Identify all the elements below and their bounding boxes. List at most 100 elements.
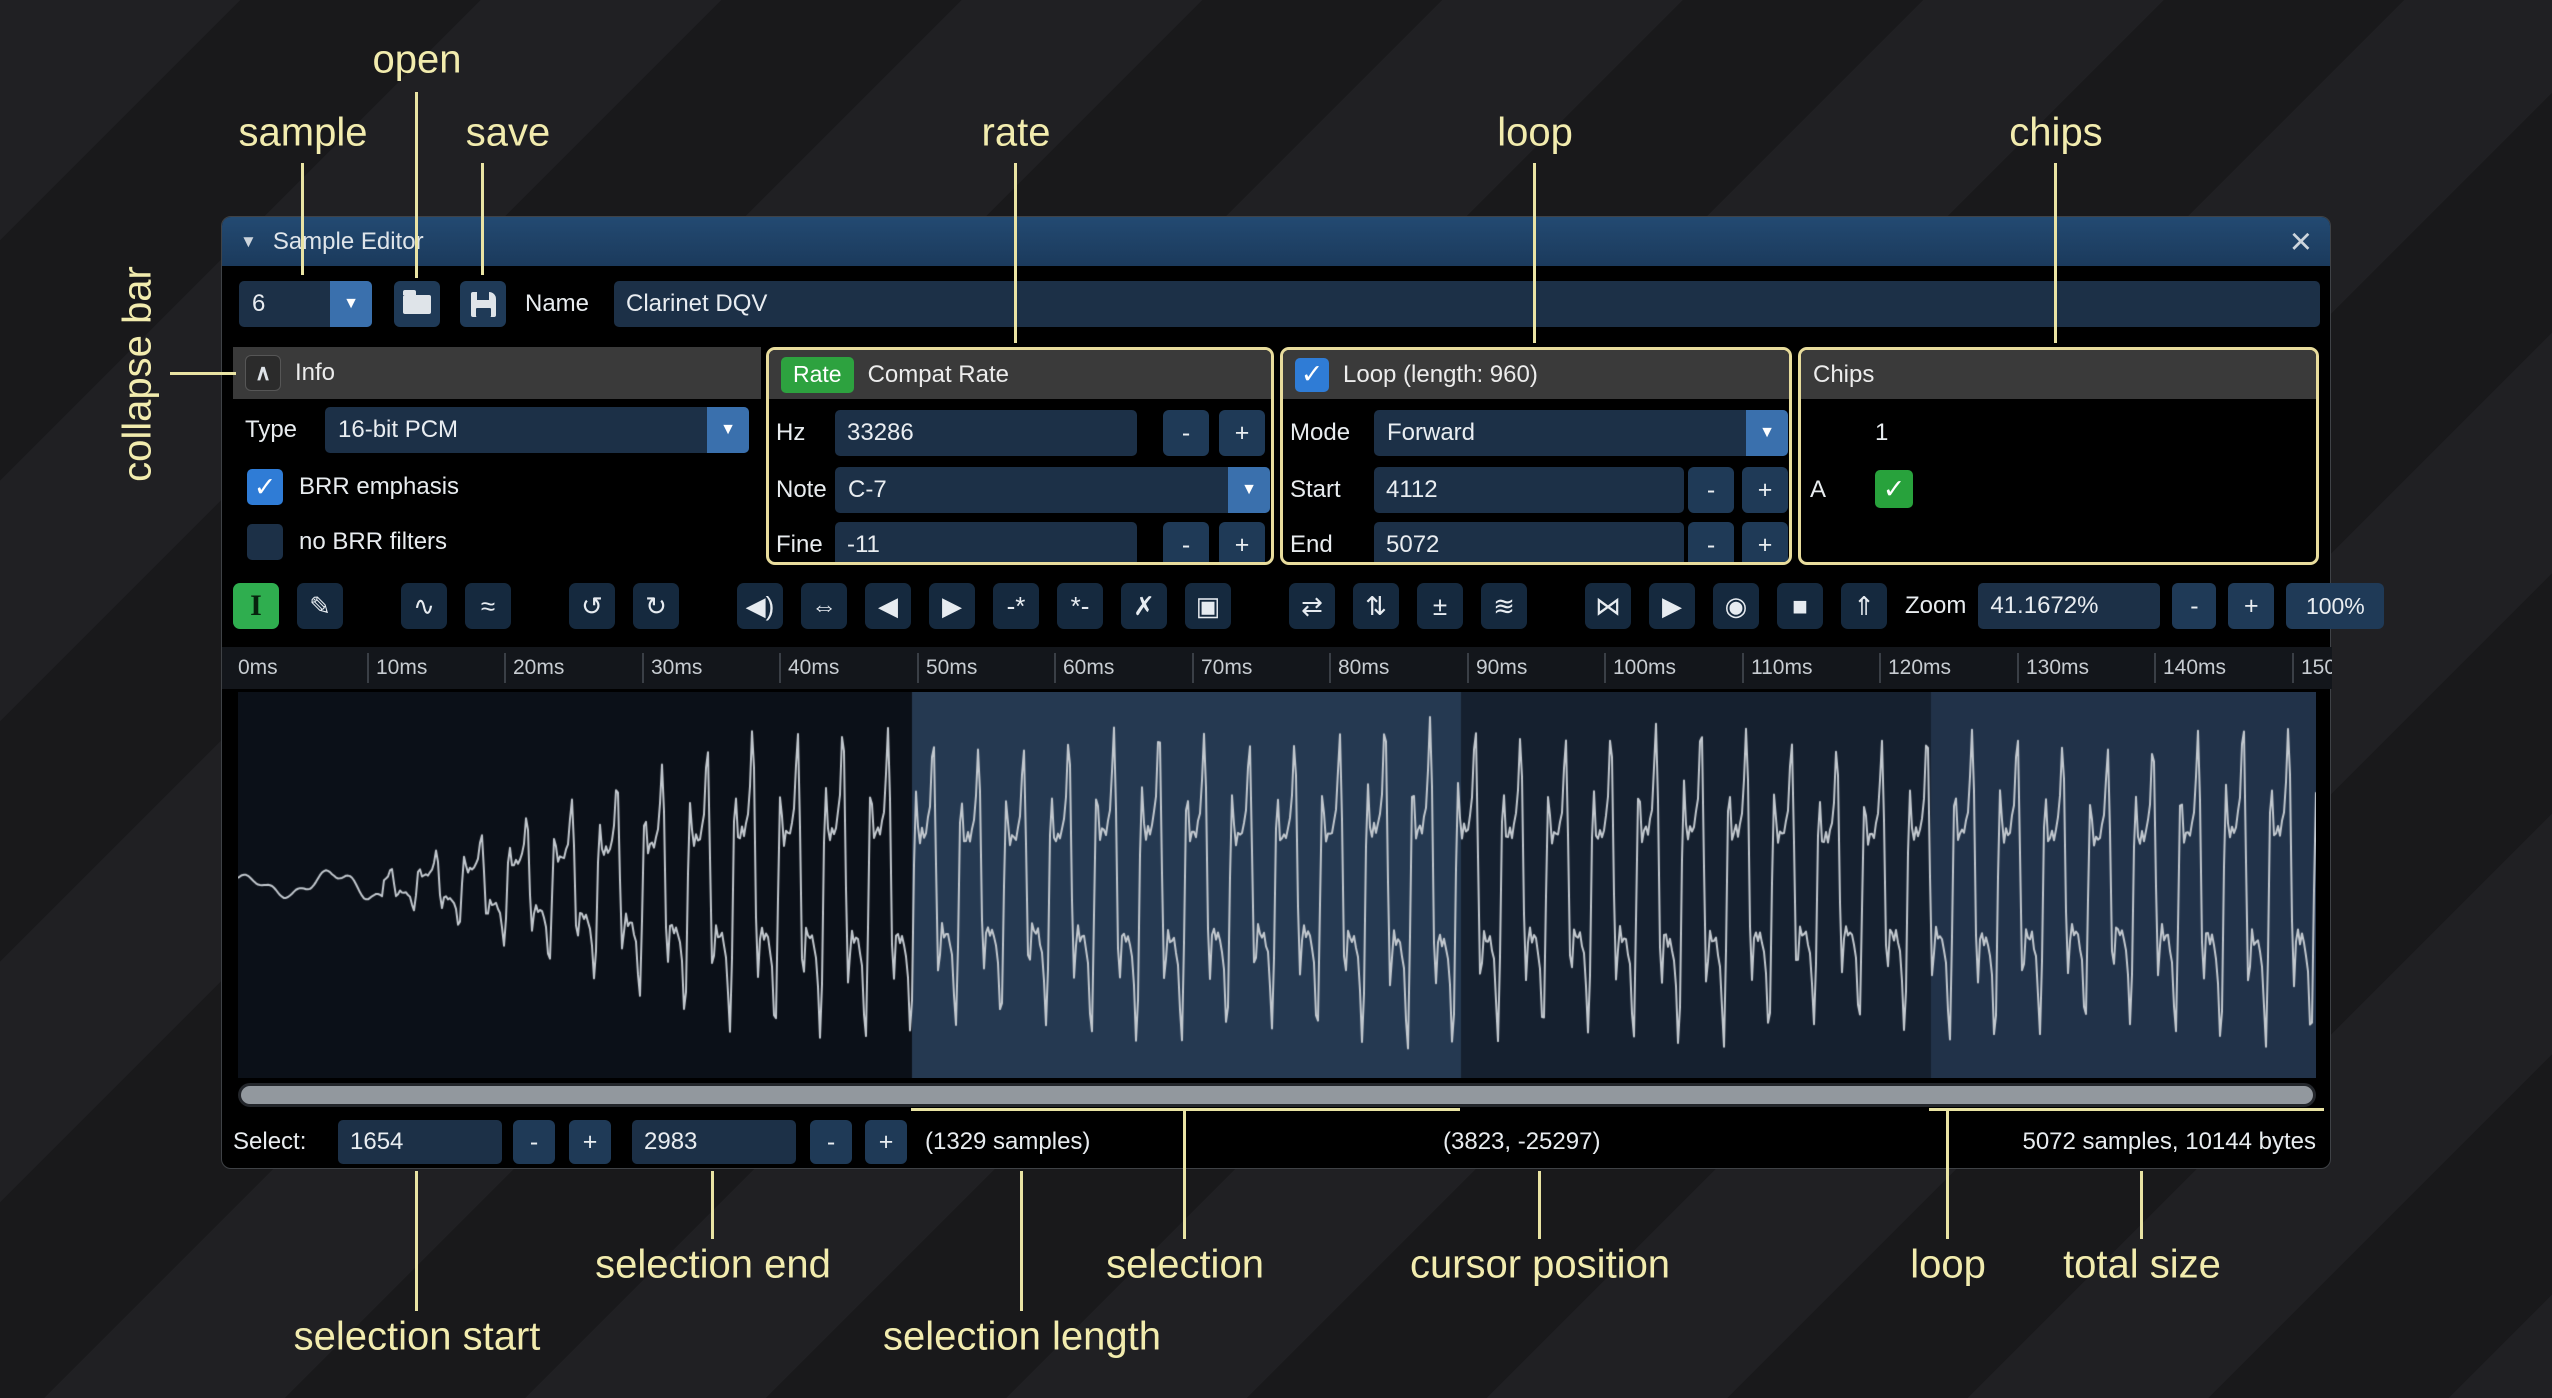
open-button[interactable] <box>394 281 440 327</box>
loop-start-label: Start <box>1290 476 1374 504</box>
fade-in-button[interactable]: ◀ <box>865 583 911 629</box>
chevron-down-icon[interactable]: ▼ <box>707 407 749 453</box>
name-input[interactable]: Clarinet DQV <box>614 281 2320 327</box>
loop-enable-checkbox[interactable]: ✓ <box>1295 358 1329 392</box>
hz-increment-button[interactable]: + <box>1219 410 1265 456</box>
brr-emphasis-checkbox[interactable]: ✓ <box>247 469 283 505</box>
total-size-text: 5072 samples, 10144 bytes <box>2022 1119 2316 1165</box>
note-dropdown[interactable]: C-7 ▼ <box>835 467 1270 513</box>
apply-filter-button[interactable]: ≋ <box>1481 583 1527 629</box>
selection-start-decrement-button[interactable]: - <box>513 1120 555 1164</box>
open-callout-line <box>415 92 418 278</box>
signed-unsigned-button[interactable]: ± <box>1417 583 1463 629</box>
titlebar[interactable]: ▼ Sample Editor × <box>222 217 2330 266</box>
loop-start-increment-button[interactable]: + <box>1742 467 1788 513</box>
selection-end-input[interactable]: 2983 <box>632 1120 796 1164</box>
annotation-sample: sample <box>239 111 368 156</box>
chip-enable-checkbox[interactable]: ✓ <box>1875 470 1913 508</box>
cursor-position-text: (3823, -25297) <box>1443 1119 1600 1165</box>
loop-end-increment-button[interactable]: + <box>1742 522 1788 565</box>
name-label: Name <box>525 281 589 327</box>
loop-header: ✓ Loop (length: 960) <box>1283 350 1789 399</box>
timeline-ruler[interactable]: 0ms 10ms 20ms 30ms 40ms 50ms 60ms 70ms 8… <box>222 647 2332 689</box>
timeline-label: 40ms <box>788 647 839 689</box>
fine-decrement-button[interactable]: - <box>1163 522 1209 565</box>
loop-section: ✓ Loop (length: 960) Mode Forward ▼ Star… <box>1280 347 1792 565</box>
chevron-down-icon[interactable]: ▼ <box>330 281 372 327</box>
waveform-display[interactable] <box>238 692 2316 1078</box>
loop-callout-line <box>1533 163 1536 343</box>
import-button[interactable]: ⇑ <box>1841 583 1887 629</box>
insert-silence-button[interactable]: -* <box>993 583 1039 629</box>
loop-end-input[interactable]: 5072 <box>1374 522 1684 565</box>
rate-badge: Rate <box>781 357 854 393</box>
annotation-collapse-bar: collapse bar <box>116 266 161 482</box>
fine-increment-button[interactable]: + <box>1219 522 1265 565</box>
save-button[interactable] <box>460 281 506 327</box>
edit-select-button[interactable]: I <box>233 583 279 629</box>
info-title: Info <box>295 359 335 387</box>
mode-label: Mode <box>1290 419 1374 447</box>
loop-mode-dropdown[interactable]: Forward ▼ <box>1374 410 1788 456</box>
zoom-in-button[interactable]: + <box>2228 583 2274 629</box>
timeline-label: 10ms <box>376 647 427 689</box>
chevron-down-icon[interactable]: ▼ <box>1228 467 1270 513</box>
selection-start-increment-button[interactable]: + <box>569 1120 611 1164</box>
collapse-bar-button[interactable]: ∧ <box>245 355 281 391</box>
timeline-label: 20ms <box>513 647 564 689</box>
edit-draw-button[interactable]: ✎ <box>297 583 343 629</box>
zoom-input[interactable]: 41.1672% <box>1978 583 2160 629</box>
loop-end-decrement-button[interactable]: - <box>1688 522 1734 565</box>
fine-input[interactable]: -11 <box>835 522 1137 565</box>
redo-button[interactable]: ↻ <box>633 583 679 629</box>
rate-header: Rate Compat Rate <box>769 350 1271 399</box>
preview-button[interactable]: ▶ <box>1649 583 1695 629</box>
hz-input[interactable]: 33286 <box>835 410 1137 456</box>
preview-cursor-button[interactable]: ◉ <box>1713 583 1759 629</box>
zoom-out-button[interactable]: - <box>2172 583 2216 629</box>
selection-end-decrement-button[interactable]: - <box>810 1120 852 1164</box>
loop-start-input[interactable]: 4112 <box>1374 467 1684 513</box>
rate-callout-line <box>1014 163 1017 343</box>
invert-button[interactable]: ⇅ <box>1353 583 1399 629</box>
sample-callout-line <box>301 163 304 275</box>
window-collapse-icon[interactable]: ▼ <box>240 232 257 252</box>
timeline-label: 80ms <box>1338 647 1389 689</box>
fade-out-button[interactable]: ▶ <box>929 583 975 629</box>
no-brr-filters-checkbox[interactable] <box>247 524 283 560</box>
crossfade-loop-button[interactable]: ⋈ <box>1585 583 1631 629</box>
trim-button[interactable]: ▣ <box>1185 583 1231 629</box>
chevron-down-icon[interactable]: ▼ <box>1746 410 1788 456</box>
reverse-button[interactable]: ⇄ <box>1289 583 1335 629</box>
zoom-label: Zoom <box>1905 592 1966 620</box>
loop-title: Loop (length: 960) <box>1343 361 1538 389</box>
amplify-button[interactable]: ◀) <box>737 583 783 629</box>
annotation-selection: selection <box>1106 1243 1264 1288</box>
annotation-save: save <box>466 111 551 156</box>
hz-label: Hz <box>776 419 835 447</box>
selection-end-increment-button[interactable]: + <box>865 1120 907 1164</box>
hz-decrement-button[interactable]: - <box>1163 410 1209 456</box>
waveform-scrollbar[interactable] <box>238 1083 2316 1107</box>
undo-button[interactable]: ↺ <box>569 583 615 629</box>
delete-button[interactable]: ✗ <box>1121 583 1167 629</box>
note-label: Note <box>776 476 835 504</box>
brr-emphasis-label: BRR emphasis <box>299 473 459 501</box>
sample-selector[interactable]: 6 ▼ <box>239 281 372 327</box>
window-title: Sample Editor <box>273 228 424 256</box>
apply-silence-button[interactable]: *- <box>1057 583 1103 629</box>
zoom-reset-button[interactable]: 100% <box>2286 583 2384 629</box>
zoom-controls: Zoom 41.1672% - + 100% <box>1905 583 2384 629</box>
loop-start-decrement-button[interactable]: - <box>1688 467 1734 513</box>
type-dropdown[interactable]: 16-bit PCM ▼ <box>325 407 749 453</box>
create-wavetable-button[interactable]: ≈ <box>465 583 511 629</box>
stop-preview-button[interactable]: ■ <box>1777 583 1823 629</box>
sample-editor-window: ▼ Sample Editor × 6 ▼ Name Clarinet DQV … <box>221 216 2331 1169</box>
selection-start-input[interactable]: 1654 <box>338 1120 502 1164</box>
scrollbar-thumb[interactable] <box>241 1086 2313 1104</box>
save-callout-line <box>481 163 484 275</box>
close-button[interactable]: × <box>2290 223 2312 261</box>
normalize-button[interactable]: ⇔ <box>801 583 847 629</box>
timeline-label: 90ms <box>1476 647 1527 689</box>
resample-button[interactable]: ∿ <box>401 583 447 629</box>
